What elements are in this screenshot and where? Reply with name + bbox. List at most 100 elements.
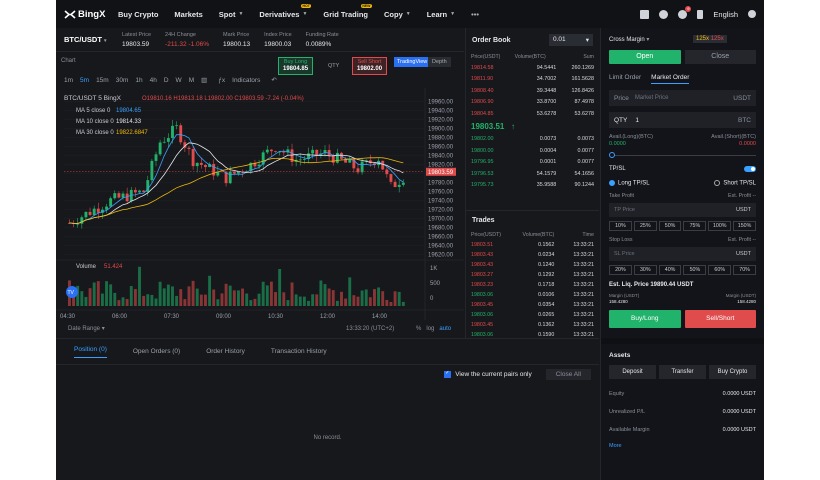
margin-mode-selector[interactable]: Cross Margin ▾: [609, 36, 689, 43]
tab-tradingview[interactable]: TradingView: [394, 57, 431, 67]
nav-more[interactable]: •••: [471, 10, 479, 19]
timeframe-D[interactable]: D: [164, 77, 169, 84]
transfer-button[interactable]: Transfer: [659, 364, 706, 379]
tab-transaction-history[interactable]: Transaction History: [271, 348, 327, 355]
percent-button[interactable]: 50%: [658, 220, 682, 231]
wallet-icon[interactable]: [640, 9, 650, 19]
language-selector[interactable]: English: [713, 10, 738, 19]
account-icon[interactable]: [659, 9, 669, 19]
order-book-row[interactable]: 19814.58 94.5441 260.1269: [466, 62, 599, 74]
nav-item-learn[interactable]: Learn ▼: [427, 10, 455, 19]
percent-button[interactable]: 25%: [633, 220, 657, 231]
percent-button[interactable]: 10%: [609, 220, 632, 231]
long-tpsl-option[interactable]: Long TP/SL: [609, 180, 650, 187]
percent-button[interactable]: 60%: [708, 264, 732, 275]
pair-selector[interactable]: BTC/USDT ▾: [64, 35, 122, 44]
volume-bar: [166, 284, 170, 306]
log-scale-toggle[interactable]: log: [426, 326, 434, 332]
long-tpsl-label: Long TP/SL: [618, 180, 650, 187]
tp-price-field[interactable]: TP Price USDT: [609, 202, 756, 217]
percent-button[interactable]: 40%: [658, 264, 682, 275]
candle-body: [171, 125, 174, 139]
timeframe-15m[interactable]: 15m: [96, 77, 109, 84]
order-book-row[interactable]: 19811.90 34.7002 161.5628: [466, 74, 599, 86]
percent-button[interactable]: 100%: [708, 220, 732, 231]
percent-button[interactable]: 70%: [733, 264, 756, 275]
tab-open-orders[interactable]: Open Orders (0): [133, 348, 180, 355]
precision-selector[interactable]: 0.01 ▾: [549, 34, 593, 46]
timeframe-5m[interactable]: 5m: [80, 77, 89, 84]
ticker-stats: Latest Price 19803.59 24H Change -211.32 -1…: [122, 31, 353, 49]
ob-price: 19795.73: [471, 182, 494, 189]
percent-button[interactable]: 75%: [683, 220, 707, 231]
timeframe-30m[interactable]: 30m: [116, 77, 129, 84]
sell-short-button[interactable]: Sell/Short: [684, 309, 756, 328]
nav-item-copy[interactable]: Copy ▼: [384, 10, 411, 19]
tab-order-history[interactable]: Order History: [206, 348, 245, 355]
order-book-row[interactable]: 19796.53 54.1579 54.1656: [466, 168, 599, 180]
gear-icon[interactable]: [748, 10, 756, 18]
more-link[interactable]: More: [609, 443, 756, 449]
timeframe-M[interactable]: M: [189, 77, 194, 84]
tpsl-toggle[interactable]: [744, 166, 756, 172]
tab-limit-order[interactable]: Limit Order: [609, 74, 641, 84]
auto-scale-toggle[interactable]: auto: [439, 326, 451, 332]
order-book-row[interactable]: 19804.85 53.6278 53.6278: [466, 108, 599, 120]
est-liq-price: Est. Liq. Price 19890.44 USDT: [609, 281, 694, 288]
quick-buy-long[interactable]: Buy Long 19804.85: [278, 57, 314, 75]
tab-market-order[interactable]: Market Order: [651, 74, 690, 84]
candle-type-icon[interactable]: ▥: [201, 76, 207, 84]
percent-button[interactable]: 30%: [633, 264, 657, 275]
order-book-row[interactable]: 19808.40 39.3448 126.8426: [466, 85, 599, 97]
volume-bar: [216, 299, 220, 306]
indicators-icon[interactable]: ƒx: [218, 77, 225, 84]
nav-item-spot[interactable]: Spot ▼: [219, 10, 244, 19]
nav-item-buy-crypto[interactable]: Buy Crypto: [118, 10, 158, 19]
volume-bar: [377, 287, 381, 306]
close-all-button[interactable]: Close All: [545, 368, 591, 380]
buy-long-button[interactable]: Buy/Long: [609, 309, 681, 328]
close-tab[interactable]: Close: [684, 50, 756, 64]
qty-field[interactable]: QTY 1 BTC: [609, 112, 756, 128]
order-book-row[interactable]: 19806.90 33.8700 87.4978: [466, 97, 599, 109]
quick-sell-short[interactable]: Sell Short 19802.00: [352, 57, 388, 75]
sl-price-field[interactable]: SL Price USDT: [609, 246, 756, 261]
timeframe-1h[interactable]: 1h: [135, 77, 142, 84]
indicators-button[interactable]: Indicators: [232, 77, 260, 84]
tab-position[interactable]: Position (0): [74, 346, 107, 358]
mobile-app-icon[interactable]: [697, 9, 704, 19]
nav-item-markets[interactable]: Markets: [174, 10, 202, 19]
view-pairs-checkbox[interactable]: [444, 370, 452, 378]
ob-volume: 53.6278: [536, 110, 557, 117]
undo-icon[interactable]: ↶: [271, 76, 276, 84]
percent-button[interactable]: 20%: [609, 264, 632, 275]
order-book-row[interactable]: 19796.95 0.0001 0.0077: [466, 157, 599, 169]
quick-qty-label[interactable]: QTY: [328, 63, 339, 69]
qty-slider[interactable]: [609, 152, 756, 158]
price-axis-label: 19960.00: [428, 99, 454, 105]
timeframe-W[interactable]: W: [176, 77, 182, 84]
date-range-selector[interactable]: Date Range ▾: [68, 325, 105, 332]
bingx-logo[interactable]: BingX: [64, 9, 118, 20]
percent-button[interactable]: 150%: [733, 220, 756, 231]
price-chart[interactable]: 19960.00 19940.00 19920.00 19900.00 19880.00…: [56, 88, 464, 338]
deposit-button[interactable]: Deposit: [609, 364, 656, 379]
timeframe-4h[interactable]: 4h: [150, 77, 157, 84]
nav-item-derivatives[interactable]: Derivatives ▼ HOT: [259, 3, 312, 19]
percent-scale-toggle[interactable]: %: [416, 326, 421, 332]
timeframe-1m[interactable]: 1m: [64, 77, 73, 84]
order-book-row[interactable]: 19802.00 0.0073 0.0073: [466, 134, 599, 146]
nav-item-grid-trading[interactable]: Grid Trading NEW: [323, 3, 372, 19]
short-tpsl-option[interactable]: Short TP/SL: [714, 180, 756, 187]
price-field[interactable]: Price Market Price USDT: [609, 90, 756, 106]
leverage-selector[interactable]: 125x 125x: [693, 35, 727, 43]
open-tab[interactable]: Open: [609, 50, 681, 64]
order-book-row[interactable]: 19800.00 0.0004 0.0077: [466, 145, 599, 157]
ticker-bar: BTC/USDT ▾ Latest Price 19803.59 24H Chang…: [56, 28, 464, 52]
order-book-row[interactable]: 19795.73 35.9588 90.1244: [466, 180, 599, 192]
bell-icon[interactable]: 9: [678, 5, 692, 19]
percent-button[interactable]: 50%: [683, 264, 707, 275]
tab-depth[interactable]: Depth: [428, 57, 451, 67]
slider-handle[interactable]: [609, 152, 615, 158]
buy-crypto-button[interactable]: Buy Crypto: [709, 364, 756, 379]
